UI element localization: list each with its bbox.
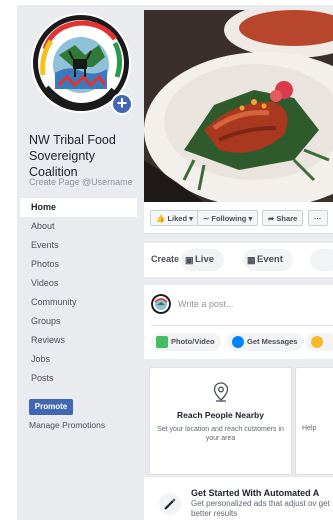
get-messages-button[interactable]: Get Messages [227,333,304,351]
manage-promotions-link[interactable]: Manage Promotions [29,420,105,430]
nav-item-events[interactable]: Events [17,236,137,255]
nav-item-about[interactable]: About [17,217,137,236]
photo-video-label: Photo/Video [171,337,215,346]
photo-icon [156,336,168,348]
nav-item-groups[interactable]: Groups [17,312,137,331]
location-pin-icon [213,382,229,402]
profile-picture[interactable]: + [31,13,133,115]
nav-item-home[interactable]: Home [17,198,137,217]
share-button[interactable]: ➦ Share [262,210,304,226]
create-event-button[interactable]: ▦ Event [243,249,293,271]
page-navigation: Home About Events Photos Videos Communit… [17,198,137,388]
share-arrow-icon: ➦ [268,214,275,223]
create-username-link[interactable]: Create Page @Username [29,177,137,187]
event-label: Event [257,254,283,265]
nav-item-reviews[interactable]: Reviews [17,331,137,350]
automated-ads-description: Get personalized ads that adjust ov get … [191,499,330,518]
go-live-button[interactable]: ▣ Live [181,249,225,271]
nav-item-photos[interactable]: Photos [17,255,137,274]
video-camera-icon: ▣ [185,255,194,265]
get-messages-label: Get Messages [247,337,298,346]
card-description: Help [302,425,317,432]
nav-item-jobs[interactable]: Jobs [17,350,137,369]
smiley-icon [311,336,323,348]
automated-ads-card[interactable]: Get Started With Automated A Get persona… [144,477,333,520]
nav-item-community[interactable]: Community [17,293,137,312]
liked-button[interactable]: 👍 Liked ▾ [150,210,199,226]
messenger-icon [232,336,244,348]
card-description: Set your location and reach customers in… [157,426,284,442]
magic-wand-icon [159,493,181,515]
live-label: Live [195,254,215,265]
automated-ads-title: Get Started With Automated A [191,488,320,498]
calendar-icon: ▦ [247,255,256,265]
liked-label: Liked [167,214,188,223]
card-title: Reach People Nearby [177,410,264,420]
following-label: Following [211,214,247,223]
nav-item-videos[interactable]: Videos [17,274,137,293]
feeling-activity-button[interactable] [306,333,333,351]
left-column: + NW Tribal Food Sovereignty Coalition C… [17,5,137,520]
composer-avatar [151,294,171,314]
more-options-button[interactable]: ··· [308,210,328,226]
post-composer: Write a post... Photo/Video Get Messages [144,285,333,359]
create-label: Create [151,254,180,264]
page-title: NW Tribal Food Sovereignty Coalition [29,133,116,179]
rss-icon: ∼ [203,214,210,223]
reach-people-nearby-card[interactable]: Reach People Nearby Set your location an… [149,367,292,475]
following-button[interactable]: ∼ Following ▾ [197,210,259,226]
write-post-input[interactable]: Write a post... [178,299,233,309]
cover-photo[interactable] [144,10,333,202]
chevron-down-icon: ▾ [248,214,253,223]
facebook-page-layout: + NW Tribal Food Sovereignty Coalition C… [17,5,333,520]
page-action-bar: 👍 Liked ▾ ∼ Following ▾ ➦ Share ··· [144,202,333,234]
chevron-down-icon: ▾ [189,214,193,223]
thumbs-up-icon: 👍 [156,214,166,223]
create-more-button[interactable] [310,249,333,271]
second-promo-card[interactable]: Help [295,367,333,475]
create-bar: Create ▣ Live ▦ Event [144,243,333,277]
promote-button[interactable]: Promote [29,399,73,415]
update-photo-plus-icon[interactable]: + [111,93,133,115]
share-label: Share [276,214,298,223]
nav-item-posts[interactable]: Posts [17,369,137,388]
photo-video-button[interactable]: Photo/Video [151,333,221,351]
promotion-suggestions: Reach People Nearby Set your location an… [144,365,333,477]
composer-divider [151,325,333,326]
